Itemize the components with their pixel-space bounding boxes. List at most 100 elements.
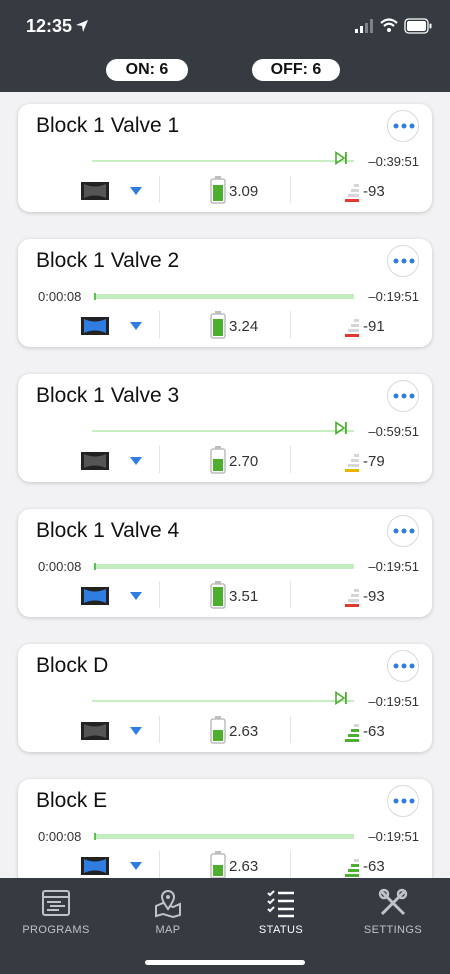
caret-down-icon[interactable]: [130, 592, 142, 601]
programs-icon: [42, 890, 70, 916]
tab-status[interactable]: STATUS: [225, 888, 337, 936]
elapsed-time: 0:00:08: [38, 289, 82, 304]
progress-bar: [94, 833, 354, 840]
off-count-badge[interactable]: OFF: 6: [252, 59, 340, 81]
signal-rssi: -63: [363, 723, 385, 740]
caret-down-icon[interactable]: [130, 457, 142, 466]
valve-card[interactable]: Block 1 Valve 2 0:00:08 –0:19:51 3.24 -91: [18, 239, 432, 347]
battery-icon: [210, 581, 226, 609]
valve-card[interactable]: Block 1 Valve 1 –0:39:51 3.09 -93: [18, 104, 432, 212]
ellipsis-icon: [393, 393, 415, 399]
clock: 12:35: [26, 16, 73, 36]
progress-bar: [94, 293, 354, 300]
battery-icon: [210, 716, 226, 744]
caret-down-icon[interactable]: [130, 187, 142, 196]
signal-strength-icon: [345, 319, 359, 337]
valve-state-icon[interactable]: [80, 181, 110, 201]
tab-label: STATUS: [258, 924, 304, 936]
valve-list[interactable]: Block 1 Valve 1 –0:39:51 3.09 -93 Block 1 Va…: [0, 92, 450, 878]
valve-state-icon[interactable]: [80, 856, 110, 876]
status-bar: 12:35: [0, 0, 450, 52]
battery-voltage: 3.24: [229, 318, 259, 335]
tab-settings[interactable]: SETTINGS: [337, 888, 449, 936]
divider: [159, 851, 160, 878]
battery-voltage: 3.51: [229, 588, 259, 605]
battery-icon: [210, 311, 226, 339]
header: 12:35 ON: 6 OFF: 6: [0, 0, 450, 92]
location-arrow-icon: [76, 20, 88, 32]
divider: [290, 851, 291, 878]
signal-rssi: -79: [363, 453, 385, 470]
divider: [290, 716, 291, 743]
ellipsis-icon: [393, 528, 415, 534]
settings-tools-icon: [378, 888, 408, 916]
divider: [290, 176, 291, 203]
more-options-button[interactable]: [387, 110, 419, 142]
start-valve-icon[interactable]: [334, 421, 348, 435]
valve-name: Block 1 Valve 1: [36, 114, 180, 137]
more-options-button[interactable]: [387, 785, 419, 817]
battery-voltage: 2.63: [229, 858, 259, 875]
remaining-time: –0:39:51: [368, 154, 419, 169]
ellipsis-icon: [393, 258, 415, 264]
valve-state-icon[interactable]: [80, 316, 110, 336]
divider: [159, 176, 160, 203]
tab-map[interactable]: MAP: [112, 888, 224, 936]
signal-strength-icon: [345, 589, 359, 607]
valve-name: Block 1 Valve 4: [36, 519, 180, 542]
home-indicator: [145, 960, 305, 965]
caret-down-icon[interactable]: [130, 727, 142, 736]
valve-name: Block D: [36, 654, 109, 677]
more-options-button[interactable]: [387, 515, 419, 547]
tab-programs[interactable]: PROGRAMS: [0, 888, 112, 936]
divider: [159, 311, 160, 338]
progress-bar: [92, 160, 354, 162]
tab-label: SETTINGS: [363, 924, 423, 936]
battery-voltage: 2.70: [229, 453, 259, 470]
valve-name: Block E: [36, 789, 108, 812]
elapsed-time: 0:00:08: [38, 559, 82, 574]
valve-card[interactable]: Block 1 Valve 3 –0:59:51 2.70 -79: [18, 374, 432, 482]
remaining-time: –0:19:51: [368, 829, 419, 844]
signal-rssi: -93: [363, 183, 385, 200]
valve-name: Block 1 Valve 2: [36, 249, 180, 272]
battery-icon: [210, 176, 226, 204]
progress-bar: [92, 430, 354, 432]
signal-strength-icon: [345, 724, 359, 742]
remaining-time: –0:59:51: [368, 424, 419, 439]
more-options-button[interactable]: [387, 245, 419, 277]
caret-down-icon[interactable]: [130, 322, 142, 331]
start-valve-icon[interactable]: [334, 151, 348, 165]
valve-state-icon[interactable]: [80, 586, 110, 606]
signal-strength-icon: [345, 184, 359, 202]
valve-card[interactable]: Block 1 Valve 4 0:00:08 –0:19:51 3.51 -93: [18, 509, 432, 617]
status-list-icon: [267, 890, 294, 918]
progress-bar: [94, 563, 354, 570]
on-count-badge[interactable]: ON: 6: [106, 59, 188, 81]
start-valve-icon[interactable]: [334, 691, 348, 705]
valve-card[interactable]: Block D –0:19:51 2.63 -63: [18, 644, 432, 752]
ellipsis-icon: [393, 123, 415, 129]
progress-bar: [92, 700, 354, 702]
battery-icon: [210, 851, 226, 878]
divider: [290, 311, 291, 338]
battery-status-icon: [404, 18, 432, 34]
remaining-time: –0:19:51: [368, 694, 419, 709]
wifi-icon: [380, 18, 398, 32]
valve-state-icon[interactable]: [80, 721, 110, 741]
more-options-button[interactable]: [387, 380, 419, 412]
ellipsis-icon: [393, 663, 415, 669]
remaining-time: –0:19:51: [368, 289, 419, 304]
divider: [290, 581, 291, 608]
valve-state-icon[interactable]: [80, 451, 110, 471]
elapsed-time: 0:00:08: [38, 829, 82, 844]
battery-voltage: 3.09: [229, 183, 259, 200]
signal-strength-icon: [345, 859, 359, 877]
valve-card[interactable]: Block E 0:00:08 –0:19:51 2.63 -63: [18, 779, 432, 878]
remaining-time: –0:19:51: [368, 559, 419, 574]
caret-down-icon[interactable]: [130, 862, 142, 871]
divider: [159, 581, 160, 608]
divider: [159, 446, 160, 473]
more-options-button[interactable]: [387, 650, 419, 682]
ellipsis-icon: [393, 798, 415, 804]
